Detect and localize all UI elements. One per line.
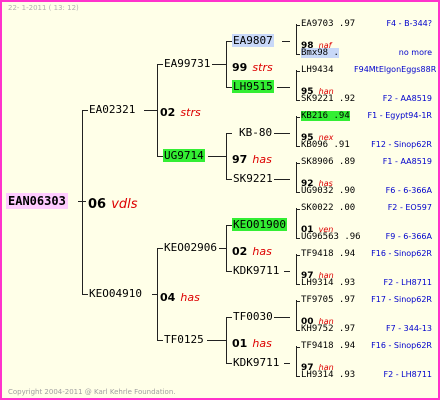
dam-line-year: 04 bbox=[160, 291, 176, 304]
gen4-origin-2[interactable]: no more bbox=[326, 48, 432, 57]
gen4-origin-9[interactable]: F2 - EO597 bbox=[326, 203, 432, 212]
gen4-origin-11[interactable]: F16 - Sinop62R bbox=[326, 249, 432, 258]
gen2-mating-1: 99 strs bbox=[232, 56, 273, 75]
copyright-footer: Copyright 2004-2011 @ Karl Kehrle Founda… bbox=[8, 388, 176, 396]
gen3-queen-5[interactable]: KEO01900 bbox=[232, 218, 287, 231]
gen3-queen-2[interactable]: LH9515 bbox=[232, 80, 274, 93]
gen4-origin-14[interactable]: F7 - 344-13 bbox=[326, 324, 432, 333]
gen4-origin-16[interactable]: F2 - LH8711 bbox=[326, 370, 433, 379]
root-queen-id[interactable]: EAN06303 bbox=[6, 193, 68, 209]
gen4-origin-7[interactable]: F1 - AA8519 bbox=[326, 157, 432, 166]
gen2-queen-1[interactable]: EA99731 bbox=[164, 57, 210, 70]
gen4-origin-15[interactable]: F16 - Sinop62R bbox=[326, 341, 432, 350]
gen4-origin-4[interactable]: F2 - AA8519 bbox=[326, 94, 432, 103]
gen4-origin-12[interactable]: F2 - LH8711 bbox=[326, 278, 433, 287]
gen4-origin-5[interactable]: F1 - Egypt94-1R bbox=[326, 111, 432, 120]
gen3-queen-4[interactable]: SK9221 bbox=[233, 172, 273, 185]
timestamp-header: 22- 1-2011 ( 13: 12) bbox=[8, 4, 79, 12]
gen4-origin-13[interactable]: F17 - Sinop62R bbox=[326, 295, 432, 304]
root-mating: 06 vdls bbox=[88, 193, 138, 212]
sire-line-year: 02 bbox=[160, 106, 176, 119]
gen2-year-2: 97 bbox=[232, 153, 248, 166]
dam-line-breeder: has bbox=[180, 291, 200, 304]
root-breeder: vdls bbox=[111, 197, 138, 212]
sire-line-queen[interactable]: EA02321 bbox=[89, 103, 135, 116]
gen3-queen-1[interactable]: EA9807 bbox=[232, 34, 274, 47]
gen2-breeder-3: has bbox=[252, 245, 272, 258]
gen2-year-3: 02 bbox=[232, 245, 248, 258]
dam-line-mating: 04 has bbox=[160, 286, 200, 305]
root-year: 06 bbox=[88, 197, 107, 212]
gen4-origin-3[interactable]: F94MtElgonEggs88R bbox=[354, 65, 436, 74]
dam-line-queen[interactable]: KEO04910 bbox=[89, 287, 142, 300]
gen2-breeder-2: has bbox=[252, 153, 272, 166]
gen2-mating-3: 02 has bbox=[232, 240, 272, 259]
gen4-origin-8[interactable]: F6 - 6-366A bbox=[326, 186, 432, 195]
gen2-breeder-1: strs bbox=[252, 61, 273, 74]
gen2-year-4: 01 bbox=[232, 337, 248, 350]
gen2-queen-4[interactable]: TF0125 bbox=[164, 333, 204, 346]
gen2-year-1: 99 bbox=[232, 61, 248, 74]
sire-line-breeder: strs bbox=[180, 106, 201, 119]
gen4-origin-6[interactable]: F12 - Sinop62R bbox=[326, 140, 432, 149]
gen4-queen-3[interactable]: LH9434 bbox=[301, 65, 334, 75]
gen4-origin-10[interactable]: F9 - 6-366A bbox=[326, 232, 432, 241]
gen4-origin-1[interactable]: F4 - B-344? bbox=[326, 19, 432, 28]
gen2-queen-2[interactable]: UG9714 bbox=[163, 149, 205, 162]
gen3-queen-6[interactable]: KDK9711 bbox=[233, 264, 279, 277]
gen2-mating-2: 97 has bbox=[232, 148, 272, 167]
gen2-breeder-4: has bbox=[252, 337, 272, 350]
gen2-queen-3[interactable]: KEO02906 bbox=[164, 241, 217, 254]
gen3-queen-8[interactable]: KDK9711 bbox=[233, 356, 279, 369]
gen3-queen-3[interactable]: KB-80 bbox=[239, 126, 272, 139]
gen2-mating-4: 01 has bbox=[232, 332, 272, 351]
sire-line-mating: 02 strs bbox=[160, 101, 201, 120]
pedigree-panel: 22- 1-2011 ( 13: 12) EAN06303 06 vdls EA… bbox=[0, 0, 440, 400]
gen3-queen-7[interactable]: TF0030 bbox=[233, 310, 273, 323]
